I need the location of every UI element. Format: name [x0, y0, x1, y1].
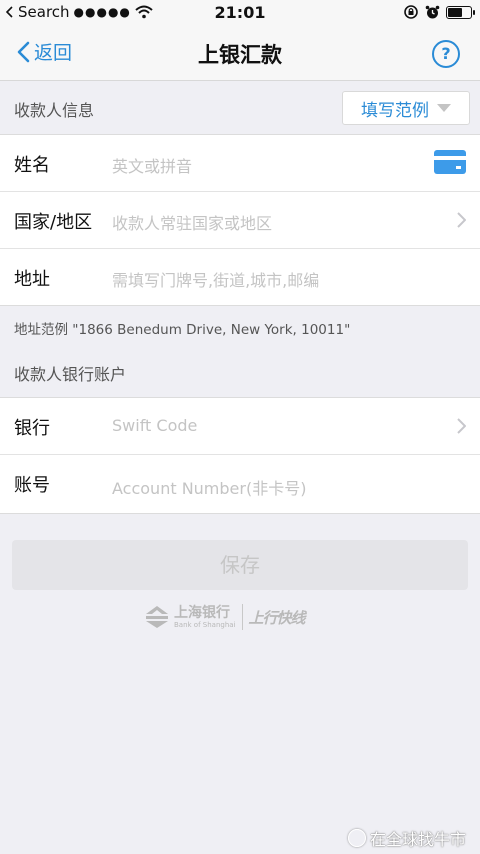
page-title: 上银汇款 — [198, 43, 282, 67]
country-field[interactable]: 国家/地区 收款人常驻国家或地区 — [0, 192, 480, 249]
battery-level — [448, 7, 462, 17]
watermark: 在全球找牛市 — [347, 826, 466, 850]
address-input[interactable]: 需填写门牌号,街道,城市,邮编 — [112, 267, 319, 291]
card-icon[interactable] — [434, 150, 466, 174]
address-field[interactable]: 地址 需填写门牌号,街道,城市,邮编 — [0, 249, 480, 305]
account-field[interactable]: 账号 Account Number(非卡号) — [0, 455, 480, 513]
account-number-input[interactable]: Account Number(非卡号) — [112, 475, 306, 499]
name-input[interactable]: 英文或拼音 — [112, 153, 192, 177]
navigation-bar: 返回 上银汇款 ? — [0, 26, 480, 81]
bank-form: 银行 Swift Code 账号 Account Number(非卡号) — [0, 397, 480, 514]
country-input[interactable]: 收款人常驻国家或地区 — [112, 210, 272, 234]
payee-section-header: 收款人信息 填写范例 — [0, 81, 480, 133]
bank-name-en: Bank of Shanghai — [174, 620, 236, 629]
bank-field-label: 银行 — [14, 418, 50, 439]
bank-of-shanghai-logo-icon — [146, 606, 168, 628]
brand-slogan: 上行快线 — [248, 608, 306, 627]
status-bar: Search ●●●●● 21:01 — [0, 0, 480, 26]
chevron-right-icon — [457, 418, 466, 434]
name-field-label: 姓名 — [14, 155, 50, 176]
rotation-lock-icon — [404, 5, 418, 19]
alarm-icon — [425, 5, 440, 18]
chevron-right-icon — [457, 212, 466, 228]
address-example-note: 地址范例 "1866 Benedum Drive, New York, 1001… — [14, 322, 351, 338]
bank-brand: 上海银行 Bank of Shanghai 上行快线 — [144, 604, 306, 630]
fill-example-button[interactable]: 填写范例 — [342, 91, 470, 125]
battery-icon — [446, 5, 475, 19]
bank-name-cn: 上海银行 — [174, 604, 230, 621]
name-field[interactable]: 姓名 英文或拼音 — [0, 135, 480, 192]
bank-section-title: 收款人银行账户 — [14, 365, 127, 384]
help-icon[interactable]: ? — [432, 40, 460, 68]
address-field-label: 地址 — [14, 269, 50, 290]
payee-form: 姓名 英文或拼音 国家/地区 收款人常驻国家或地区 地址 需填写门牌号,街道,城… — [0, 134, 480, 306]
save-button[interactable]: 保存 — [12, 540, 468, 590]
payee-section-title: 收款人信息 — [14, 101, 95, 120]
watermark-text: 在全球找牛市 — [369, 830, 466, 849]
country-field-label: 国家/地区 — [14, 212, 93, 233]
brand-divider — [241, 604, 243, 630]
account-field-label: 账号 — [14, 475, 50, 496]
caret-down-icon — [437, 104, 451, 112]
bank-field[interactable]: 银行 Swift Code — [0, 398, 480, 455]
fill-example-label: 填写范例 — [361, 100, 429, 121]
wechat-icon — [347, 829, 366, 847]
swift-code-input[interactable]: Swift Code — [112, 416, 197, 435]
